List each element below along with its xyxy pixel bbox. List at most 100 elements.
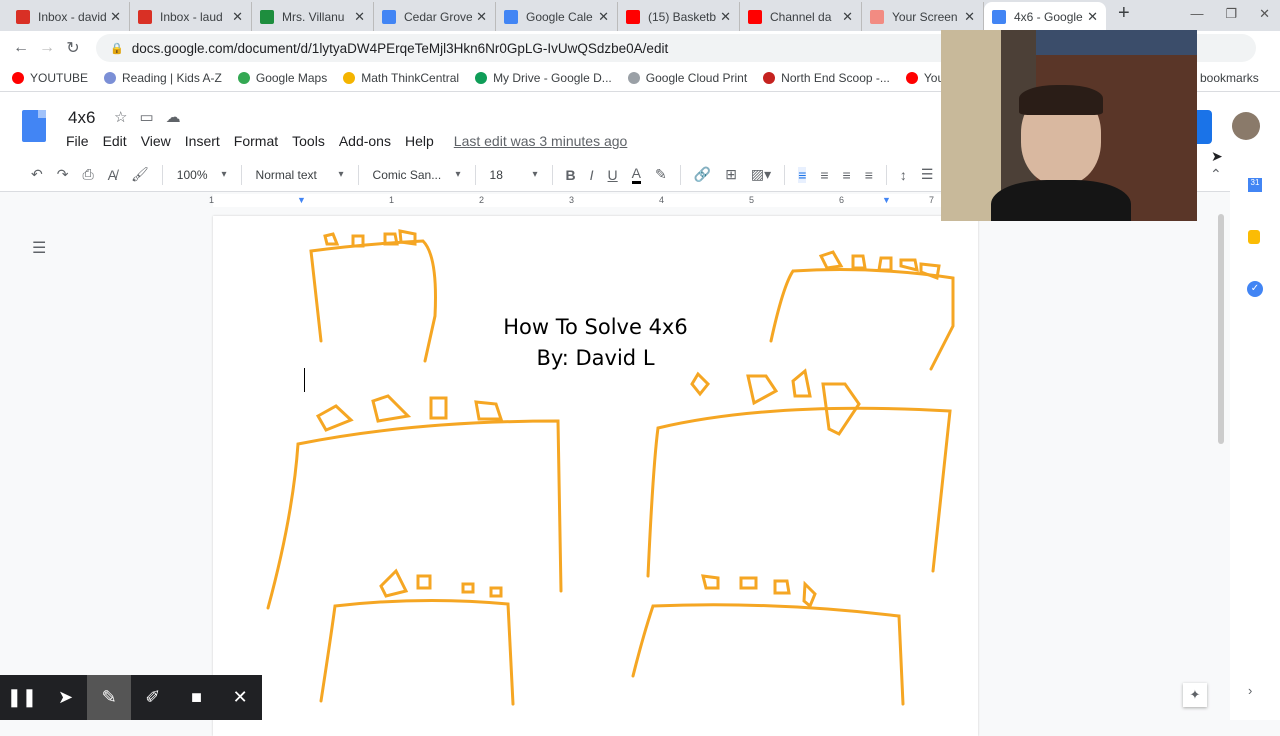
outline-icon[interactable]: ☰ — [32, 238, 46, 258]
minimize-button[interactable]: — — [1190, 6, 1203, 22]
style-select[interactable]: Normal text — [256, 168, 344, 182]
gmail-icon — [138, 9, 152, 24]
tab[interactable]: 4x6 - Google ✕ — [984, 2, 1106, 31]
tab[interactable]: Inbox - david ✕ — [8, 2, 130, 31]
highlighter-icon[interactable]: ✐ — [131, 675, 175, 720]
menu-add-ons[interactable]: Add-ons — [339, 133, 391, 149]
cloud-status-icon[interactable]: ☁ — [166, 109, 193, 126]
close-tab-icon[interactable]: ✕ — [354, 9, 365, 25]
menu-insert[interactable]: Insert — [185, 133, 220, 149]
new-tab-button[interactable]: + — [1118, 2, 1130, 25]
tab[interactable]: Channel da ✕ — [740, 2, 862, 31]
other-bookmarks[interactable]: bookmarks — [1200, 71, 1259, 85]
menu-tools[interactable]: Tools — [292, 133, 325, 149]
star-icon[interactable]: ☆ — [114, 109, 139, 126]
close-recorder-icon[interactable]: ✕ — [218, 675, 262, 720]
bookmark-icon — [905, 72, 918, 84]
font-size-select[interactable]: 18 — [490, 168, 538, 182]
bookmark[interactable]: YOUTUBE — [12, 71, 88, 85]
tab[interactable]: Cedar Grove ✕ — [374, 2, 496, 31]
tab[interactable]: Google Cale ✕ — [496, 2, 618, 31]
docs-logo-icon[interactable] — [22, 110, 46, 142]
italic-icon[interactable]: I — [590, 167, 594, 183]
bookmark[interactable]: Google Maps — [237, 71, 328, 85]
tab[interactable]: Mrs. Villanu ✕ — [252, 2, 374, 31]
bookmark-icon — [475, 72, 488, 84]
close-window-button[interactable]: ✕ — [1259, 6, 1270, 22]
justify-icon[interactable]: ≡ — [865, 167, 873, 183]
bookmark[interactable]: Reading | Kids A-Z — [104, 71, 222, 85]
align-right-icon[interactable]: ≡ — [843, 167, 851, 183]
menu-edit[interactable]: Edit — [103, 133, 127, 149]
ruler-tick-label: 6 — [839, 195, 845, 205]
menu-view[interactable]: View — [141, 133, 171, 149]
image-icon[interactable]: ▨▾ — [751, 166, 771, 183]
maximize-button[interactable]: ❐ — [1225, 6, 1237, 22]
forward-button[interactable]: → — [34, 39, 60, 57]
close-tab-icon[interactable]: ✕ — [476, 9, 487, 25]
last-edit-link[interactable]: Last edit was 3 minutes ago — [454, 133, 628, 149]
close-tab-icon[interactable]: ✕ — [964, 9, 975, 25]
tab[interactable]: Inbox - laud ✕ — [130, 2, 252, 31]
zoom-select[interactable]: 100% — [177, 168, 227, 182]
close-tab-icon[interactable]: ✕ — [842, 9, 853, 25]
title-line: How To Solve 4x6 — [503, 315, 688, 339]
close-tab-icon[interactable]: ✕ — [598, 9, 609, 25]
scrollbar[interactable] — [1218, 214, 1224, 444]
numbered-list-icon[interactable]: ☰ — [921, 166, 934, 183]
reload-button[interactable]: ↻ — [60, 38, 86, 58]
close-tab-icon[interactable]: ✕ — [720, 9, 731, 25]
keep-icon[interactable] — [1248, 230, 1260, 244]
paint-format-icon[interactable]: 🖌 — [131, 166, 149, 183]
tasks-icon[interactable]: ✓ — [1247, 281, 1263, 297]
cursor-tool-icon[interactable]: ➤ — [44, 675, 88, 720]
spellcheck-icon[interactable]: A̸ — [108, 167, 117, 183]
tab[interactable]: Your Screen ✕ — [862, 2, 984, 31]
align-left-icon[interactable]: ≡ — [798, 166, 807, 183]
underline-icon[interactable]: U — [608, 167, 618, 183]
menu-file[interactable]: File — [66, 133, 89, 149]
calendar-icon[interactable]: 31 — [1248, 178, 1262, 192]
line-spacing-icon[interactable]: ↕ — [900, 167, 907, 183]
font-value: Comic San... — [372, 167, 442, 182]
bookmark-label: Google Maps — [255, 71, 328, 85]
print-icon[interactable]: ⎙ — [82, 166, 93, 183]
collapse-menu-icon[interactable]: ⌃ — [1210, 166, 1222, 183]
screen-recorder-toolbar: ❚❚ ➤ ✎ ✐ ■ ✕ — [0, 675, 262, 720]
redo-icon[interactable]: ↷ — [57, 166, 69, 183]
menu-format[interactable]: Format — [234, 133, 278, 149]
undo-icon[interactable]: ↶ — [31, 166, 43, 183]
explore-button[interactable]: ✦ — [1183, 683, 1207, 707]
link-icon[interactable]: 🔗 — [694, 166, 711, 183]
document-page[interactable]: How To Solve 4x6 By: David L — [213, 216, 978, 736]
menu-help[interactable]: Help — [405, 133, 434, 149]
doc-title[interactable]: 4x6 — [68, 108, 95, 128]
bookmark[interactable]: Google Cloud Print — [627, 71, 747, 85]
back-button[interactable]: ← — [8, 39, 34, 57]
pause-icon[interactable]: ❚❚ — [0, 675, 44, 720]
pen-tool-icon[interactable]: ✎ — [87, 675, 132, 720]
window-controls: — ❐ ✕ — [1190, 6, 1270, 22]
move-folder-icon[interactable]: ▭ — [139, 109, 165, 126]
bookmark[interactable]: My Drive - Google D... — [475, 71, 612, 85]
close-tab-icon[interactable]: ✕ — [1087, 9, 1098, 25]
bookmark[interactable]: Math ThinkCentral — [343, 71, 459, 85]
bookmark-icon — [104, 72, 117, 84]
comment-icon[interactable]: ⊞ — [725, 166, 737, 183]
highlight-icon[interactable]: ✎ — [655, 166, 667, 183]
bold-icon[interactable]: B — [566, 167, 576, 183]
close-tab-icon[interactable]: ✕ — [232, 9, 243, 25]
bookmark[interactable]: North End Scoop -... — [763, 71, 890, 85]
byline: By: David L — [536, 346, 655, 370]
tab[interactable]: (15) Basketb ✕ — [618, 2, 740, 31]
camera-icon[interactable]: ■ — [175, 675, 219, 720]
right-indent-marker[interactable]: ▼ — [882, 195, 891, 205]
expand-panel-icon[interactable]: › — [1248, 683, 1252, 698]
table-drawing-5 — [319, 568, 515, 706]
close-tab-icon[interactable]: ✕ — [110, 9, 121, 25]
align-center-icon[interactable]: ≡ — [820, 167, 828, 183]
avatar[interactable] — [1232, 112, 1260, 140]
left-indent-marker[interactable]: ▼ — [297, 195, 306, 205]
text-color-icon[interactable]: A — [631, 165, 642, 184]
font-select[interactable]: Comic San... — [373, 168, 461, 182]
